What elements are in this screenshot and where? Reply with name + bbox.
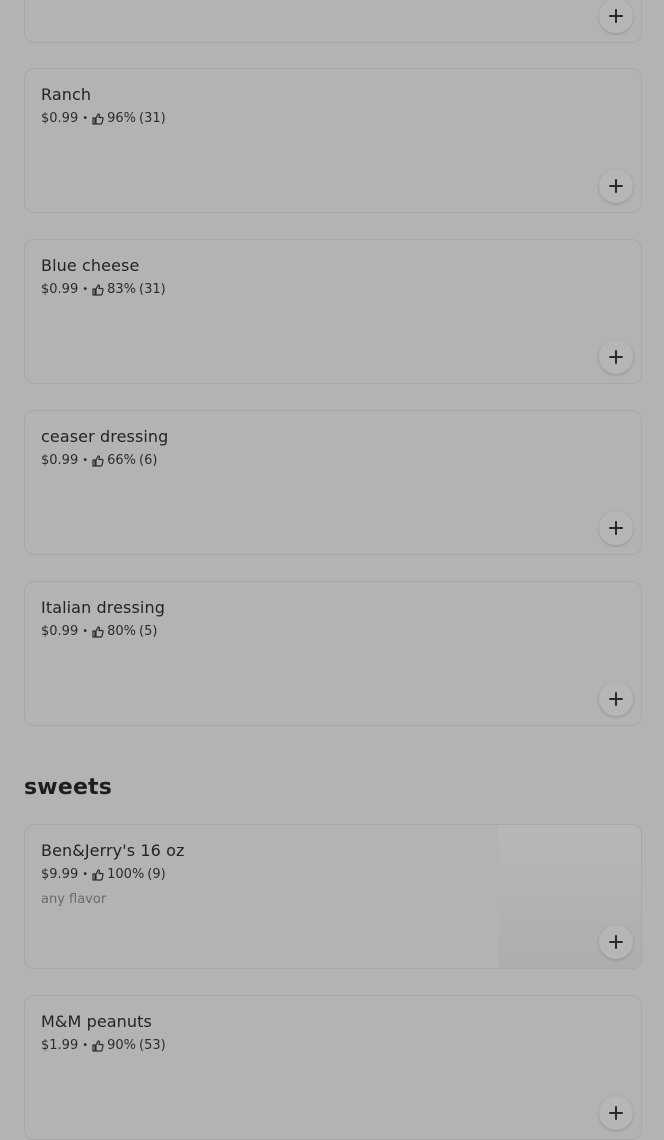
item-price: $0.99 xyxy=(41,624,79,639)
separator-dot: • xyxy=(82,626,89,637)
separator-dot: • xyxy=(82,284,89,295)
item-name: Ben&Jerry's 16 oz xyxy=(41,841,185,860)
item-meta: $0.99 • 66% (6) xyxy=(41,453,157,468)
item-rating: 66% xyxy=(107,453,137,468)
add-button[interactable] xyxy=(599,0,633,33)
item-meta: $1.99 • 90% (53) xyxy=(41,1038,166,1053)
item-description: any flavor xyxy=(41,892,107,907)
item-rating-count: (6) xyxy=(139,453,158,468)
item-rating-count: (5) xyxy=(139,624,158,639)
add-button[interactable] xyxy=(599,340,633,374)
plus-icon xyxy=(609,1106,623,1120)
plus-icon xyxy=(609,692,623,706)
item-rating-count: (31) xyxy=(139,282,166,297)
item-rating-count: (31) xyxy=(139,111,166,126)
add-button[interactable] xyxy=(599,511,633,545)
item-price: $1.99 xyxy=(41,1038,79,1053)
separator-dot: • xyxy=(82,455,89,466)
thumbs-up-icon xyxy=(92,868,104,881)
item-meta: $0.99 • 80% (5) xyxy=(41,624,157,639)
menu-item-card[interactable]: Ranch $0.99 • 96% (31) xyxy=(24,68,642,213)
thumbs-up-icon xyxy=(92,112,104,125)
item-rating: 96% xyxy=(107,111,137,126)
menu-item-card[interactable]: Blue cheese $0.99 • 83% (31) xyxy=(24,239,642,384)
menu-item-card[interactable]: M&M peanuts $1.99 • 90% (53) xyxy=(24,995,642,1140)
item-name: Italian dressing xyxy=(41,598,165,617)
add-button[interactable] xyxy=(599,682,633,716)
thumbs-up-icon xyxy=(92,454,104,467)
menu-item-card[interactable] xyxy=(24,0,642,43)
menu-item-card[interactable]: Italian dressing $0.99 • 80% (5) xyxy=(24,581,642,726)
separator-dot: • xyxy=(82,1040,89,1051)
item-rating: 100% xyxy=(107,867,145,882)
item-price: $9.99 xyxy=(41,867,79,882)
item-name: Blue cheese xyxy=(41,256,140,275)
item-price: $0.99 xyxy=(41,453,79,468)
item-rating: 90% xyxy=(107,1038,137,1053)
plus-icon xyxy=(609,350,623,364)
plus-icon xyxy=(609,179,623,193)
item-rating-count: (9) xyxy=(147,867,166,882)
item-name: Ranch xyxy=(41,85,92,104)
item-rating: 83% xyxy=(107,282,137,297)
item-meta: $0.99 • 83% (31) xyxy=(41,282,166,297)
thumbs-up-icon xyxy=(92,625,104,638)
menu-item-card[interactable]: Ben&Jerry's 16 oz $9.99 • 100% (9) any f… xyxy=(24,824,642,969)
item-rating: 80% xyxy=(107,624,137,639)
plus-icon xyxy=(609,935,623,949)
item-meta: $0.99 • 96% (31) xyxy=(41,111,166,126)
item-rating-count: (53) xyxy=(139,1038,166,1053)
menu-item-card[interactable]: ceaser dressing $0.99 • 66% (6) xyxy=(24,410,642,555)
separator-dot: • xyxy=(82,113,89,124)
section-title: sweets xyxy=(24,775,113,800)
plus-icon xyxy=(609,521,623,535)
add-button[interactable] xyxy=(599,925,633,959)
item-price: $0.99 xyxy=(41,111,79,126)
item-meta: $9.99 • 100% (9) xyxy=(41,867,166,882)
item-price: $0.99 xyxy=(41,282,79,297)
plus-icon xyxy=(609,9,623,23)
separator-dot: • xyxy=(82,869,89,880)
item-name: ceaser dressing xyxy=(41,427,169,446)
thumbs-up-icon xyxy=(92,283,104,296)
item-name: M&M peanuts xyxy=(41,1012,152,1031)
thumbs-up-icon xyxy=(92,1039,104,1052)
add-button[interactable] xyxy=(599,1096,633,1130)
add-button[interactable] xyxy=(599,169,633,203)
